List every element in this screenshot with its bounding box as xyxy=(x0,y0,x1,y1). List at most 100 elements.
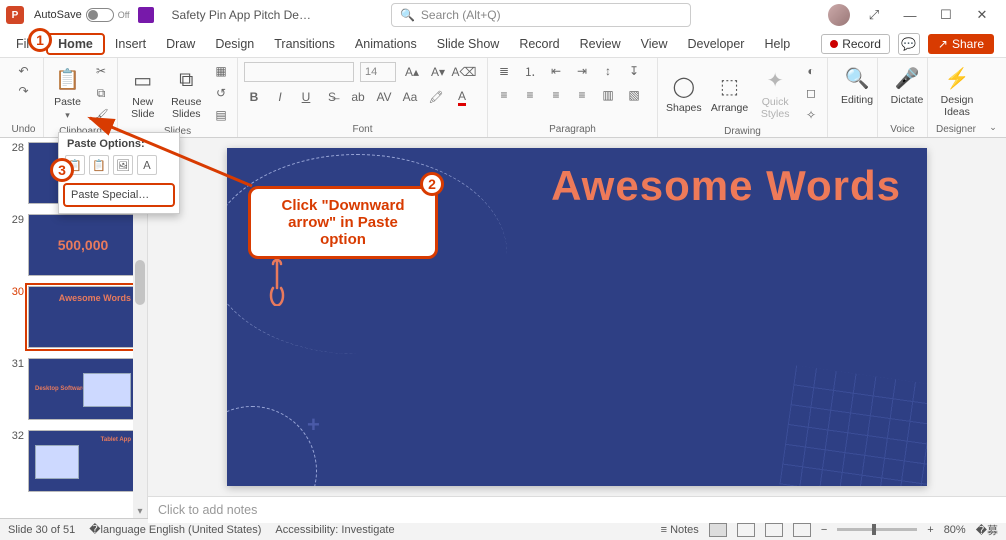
collapse-ribbon-icon[interactable]: ⌄ xyxy=(989,122,997,133)
font-color-button[interactable]: A xyxy=(452,88,472,106)
line-spacing-button[interactable]: ↕ xyxy=(598,62,618,80)
paste-option-keep[interactable]: 📋 xyxy=(89,155,109,175)
slideshow-view-icon[interactable] xyxy=(793,523,811,537)
paste-special-item[interactable]: Paste Special… xyxy=(63,183,175,207)
justify-button[interactable]: ≡ xyxy=(572,86,592,104)
scrollbar-handle[interactable] xyxy=(135,260,145,306)
autosave-toggle[interactable]: AutoSave Off xyxy=(34,8,130,22)
paste-option-picture[interactable]: 🖼 xyxy=(113,155,133,175)
shape-effects-button[interactable]: ✧ xyxy=(801,106,821,124)
highlight-button[interactable]: 🖍 xyxy=(426,88,446,106)
slide-count[interactable]: Slide 30 of 51 xyxy=(8,524,75,536)
shape-fill-button[interactable]: ◐ xyxy=(801,62,821,80)
notes-toggle[interactable]: ≡ Notes xyxy=(661,524,699,536)
search-input[interactable]: 🔍 Search (Alt+Q) xyxy=(391,3,691,27)
quick-styles-button[interactable]: ✦Quick Styles xyxy=(755,64,795,122)
sorter-view-icon[interactable] xyxy=(737,523,755,537)
tab-review[interactable]: Review xyxy=(570,33,631,55)
tab-view[interactable]: View xyxy=(631,33,678,55)
increase-font-button[interactable]: A▴ xyxy=(402,63,422,81)
thumb-image[interactable]: Tablet App xyxy=(28,430,138,492)
editing-button[interactable]: 🔍Editing xyxy=(834,62,880,108)
thumb-32[interactable]: 32 Tablet App xyxy=(6,430,141,492)
zoom-out-button[interactable]: − xyxy=(821,524,827,536)
redo-button[interactable]: ↷ xyxy=(14,82,34,100)
thumb-image[interactable]: Desktop Software xyxy=(28,358,138,420)
maximize-icon[interactable]: ☐ xyxy=(934,3,958,27)
align-center-button[interactable]: ≡ xyxy=(520,86,540,104)
arrange-button[interactable]: ⬚Arrange xyxy=(710,70,750,116)
toggle-icon[interactable] xyxy=(86,8,114,22)
record-button[interactable]: Record xyxy=(821,34,890,54)
share-button[interactable]: ↗Share xyxy=(928,34,994,54)
comments-button[interactable]: 💬 xyxy=(898,33,920,55)
zoom-slider[interactable] xyxy=(837,528,917,531)
design-ideas-button[interactable]: ⚡Design Ideas xyxy=(934,62,980,120)
bold-button[interactable]: B xyxy=(244,88,264,106)
reading-view-icon[interactable] xyxy=(765,523,783,537)
fit-to-window-icon[interactable]: �募 xyxy=(976,522,998,538)
thumb-31[interactable]: 31 Desktop Software xyxy=(6,358,141,420)
tab-help[interactable]: Help xyxy=(754,33,800,55)
lang-indicator[interactable]: �language English (United States) xyxy=(89,523,261,536)
underline-button[interactable]: U xyxy=(296,88,316,106)
bullets-button[interactable]: ≣ xyxy=(494,62,514,80)
text-direction-button[interactable]: ↧ xyxy=(624,62,644,80)
italic-button[interactable]: I xyxy=(270,88,290,106)
tab-home[interactable]: Home xyxy=(46,33,105,55)
clear-format-button[interactable]: A⌫ xyxy=(454,63,474,81)
thumb-image[interactable]: 500,000 xyxy=(28,214,138,276)
font-family-select[interactable] xyxy=(244,62,354,82)
tab-animations[interactable]: Animations xyxy=(345,33,427,55)
minimize-icon[interactable]: — xyxy=(898,3,922,27)
zoom-level[interactable]: 80% xyxy=(944,524,966,536)
align-left-button[interactable]: ≡ xyxy=(494,86,514,104)
thumb-image[interactable]: Awesome Words xyxy=(28,286,138,348)
slide-title-text[interactable]: Awesome Words xyxy=(551,162,901,210)
undo-button[interactable]: ↶ xyxy=(14,62,34,80)
tab-developer[interactable]: Developer xyxy=(677,33,754,55)
paste-option-text[interactable]: Ａ xyxy=(137,155,157,175)
case-button[interactable]: Aa xyxy=(400,88,420,106)
align-right-button[interactable]: ≡ xyxy=(546,86,566,104)
normal-view-icon[interactable] xyxy=(709,523,727,537)
tab-record[interactable]: Record xyxy=(509,33,569,55)
columns-button[interactable]: ▥ xyxy=(598,86,618,104)
tab-insert[interactable]: Insert xyxy=(105,33,156,55)
thumb-29[interactable]: 29 500,000 xyxy=(6,214,141,276)
cut-button[interactable]: ✂ xyxy=(91,62,111,80)
document-title[interactable]: Safety Pin App Pitch De… xyxy=(172,8,311,22)
safety-pin-icon[interactable] xyxy=(267,258,287,306)
save-icon[interactable] xyxy=(138,7,154,23)
new-slide-button[interactable]: ▭New Slide xyxy=(124,64,162,122)
numbering-button[interactable]: ⒈ xyxy=(520,62,540,80)
decrease-font-button[interactable]: A▾ xyxy=(428,63,448,81)
accessibility-status[interactable]: Accessibility: Investigate xyxy=(275,524,394,536)
font-size-select[interactable]: 14 xyxy=(360,62,396,82)
section-button[interactable]: ▤ xyxy=(211,106,231,124)
close-icon[interactable]: ✕ xyxy=(970,3,994,27)
reuse-slides-button[interactable]: ⧉Reuse Slides xyxy=(168,64,206,122)
layout-button[interactable]: ▦ xyxy=(211,62,231,80)
dictate-button[interactable]: 🎤Dictate xyxy=(884,62,930,108)
format-painter-button[interactable]: 🖌 xyxy=(91,106,111,124)
spacing-button[interactable]: AV xyxy=(374,88,394,106)
indent-dec-button[interactable]: ⇤ xyxy=(546,62,566,80)
tab-transitions[interactable]: Transitions xyxy=(264,33,345,55)
copy-button[interactable]: ⧉ xyxy=(91,84,111,102)
shape-outline-button[interactable]: ◻ xyxy=(801,84,821,102)
ribbon-display-icon[interactable]: ⤢ xyxy=(862,3,886,27)
tab-slideshow[interactable]: Slide Show xyxy=(427,33,510,55)
notes-pane[interactable]: Click to add notes xyxy=(148,496,1006,523)
chevron-down-icon[interactable]: ▾ xyxy=(65,110,70,121)
tab-design[interactable]: Design xyxy=(205,33,264,55)
scroll-down-icon[interactable]: ▾ xyxy=(135,504,145,518)
smartart-button[interactable]: ▧ xyxy=(624,86,644,104)
shapes-button[interactable]: ◯Shapes xyxy=(664,70,704,116)
shadow-button[interactable]: ab xyxy=(348,88,368,106)
tab-draw[interactable]: Draw xyxy=(156,33,205,55)
strikethrough-button[interactable]: S̶ xyxy=(322,88,342,106)
thumb-30[interactable]: 30 Awesome Words xyxy=(6,286,141,348)
paste-button[interactable]: 📋 Paste ▾ xyxy=(50,64,85,123)
zoom-in-button[interactable]: + xyxy=(927,524,933,536)
